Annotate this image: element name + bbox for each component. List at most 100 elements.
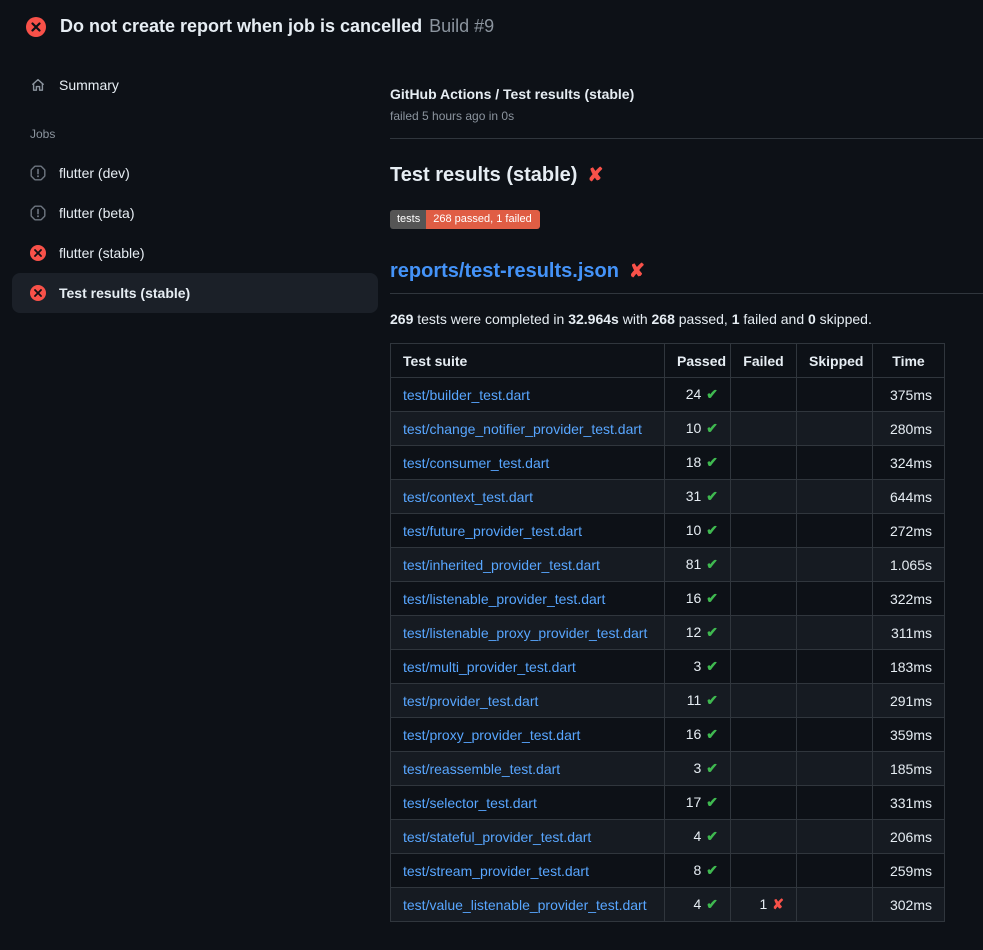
passed-count: 18 (686, 454, 702, 470)
test-suite-link[interactable]: test/future_provider_test.dart (403, 523, 582, 539)
table-row: test/selector_test.dart 17✔ 331ms (391, 786, 945, 820)
col-header-time: Time (873, 344, 945, 378)
table-row: test/builder_test.dart 24✔ 375ms (391, 378, 945, 412)
passed-count-total: 268 (652, 311, 675, 327)
passed-count: 4 (693, 896, 701, 912)
sidebar-job-label: flutter (stable) (59, 245, 145, 261)
col-header-skipped: Skipped (797, 344, 873, 378)
sidebar-jobs: flutter (dev) flutter (beta) (12, 153, 378, 313)
failed-x-icon: ✘ (587, 164, 603, 187)
passed-count: 4 (693, 828, 701, 844)
skipped-cell (797, 888, 873, 922)
table-row: test/context_test.dart 31✔ 644ms (391, 480, 945, 514)
skipped-cell (797, 718, 873, 752)
test-suite-link[interactable]: test/inherited_provider_test.dart (403, 557, 600, 573)
test-suite-link[interactable]: test/selector_test.dart (403, 795, 537, 811)
test-suite-link[interactable]: test/context_test.dart (403, 489, 533, 505)
check-icon: ✔ (706, 420, 718, 436)
skipped-cell (797, 514, 873, 548)
time-value: 375ms (890, 387, 932, 403)
passed-count: 3 (693, 658, 701, 674)
passed-count: 11 (687, 692, 702, 708)
table-row: test/provider_test.dart 11✔ 291ms (391, 684, 945, 718)
col-header-failed: Failed (731, 344, 797, 378)
table-row: test/multi_provider_test.dart 3 ✔ 183ms (391, 650, 945, 684)
check-icon: ✔ (706, 794, 718, 810)
test-suite-link[interactable]: test/value_listenable_provider_test.dart (403, 897, 647, 913)
check-icon: ✔ (706, 488, 718, 504)
test-suite-link[interactable]: test/listenable_proxy_provider_test.dart (403, 625, 647, 641)
table-row: test/consumer_test.dart 18✔ 324ms (391, 446, 945, 480)
passed-count: 10 (686, 420, 702, 436)
time-value: 359ms (890, 727, 932, 743)
test-suite-link[interactable]: test/stream_provider_test.dart (403, 863, 589, 879)
passed-count: 81 (686, 556, 702, 572)
passed-count: 16 (686, 726, 702, 742)
section-title-text: Test results (stable) (390, 164, 577, 187)
sidebar-job-label: flutter (beta) (59, 205, 134, 221)
skipped-cell (797, 786, 873, 820)
time-value: 331ms (890, 795, 932, 811)
test-suite-link[interactable]: test/consumer_test.dart (403, 455, 549, 471)
run-build-number: Build #9 (429, 16, 494, 37)
sidebar-summary-label: Summary (59, 77, 119, 93)
test-suite-link[interactable]: test/proxy_provider_test.dart (403, 727, 580, 743)
skipped-cell (797, 548, 873, 582)
check-icon: ✔ (706, 658, 718, 674)
sidebar-job-item[interactable]: flutter (dev) (12, 153, 378, 193)
report-file-link[interactable]: reports/test-results.json (390, 260, 619, 283)
time-value: 1.065s (890, 557, 932, 573)
skipped-cell (797, 582, 873, 616)
duration-value: 32.964s (568, 311, 619, 327)
test-suite-link[interactable]: test/stateful_provider_test.dart (403, 829, 591, 845)
time-value: 311ms (891, 625, 932, 641)
check-icon: ✔ (706, 590, 718, 606)
test-suite-link[interactable]: test/provider_test.dart (403, 693, 538, 709)
passed-count: 12 (686, 624, 702, 640)
sidebar-job-item[interactable]: flutter (beta) (12, 193, 378, 233)
tests-badge: tests 268 passed, 1 failed (390, 210, 540, 229)
test-suite-link[interactable]: test/change_notifier_provider_test.dart (403, 421, 642, 437)
test-suite-link[interactable]: test/multi_provider_test.dart (403, 659, 576, 675)
sidebar-job-item[interactable]: Test results (stable) (12, 273, 378, 313)
cancelled-icon (30, 205, 46, 221)
time-value: 322ms (890, 591, 932, 607)
report-file-heading[interactable]: reports/test-results.json ✘ (390, 260, 983, 294)
skipped-cell (797, 412, 873, 446)
failed-count: 1 (759, 896, 767, 912)
time-value: 183ms (890, 659, 932, 675)
time-value: 644ms (890, 489, 932, 505)
total-count: 269 (390, 311, 413, 327)
jobs-section-label: Jobs (12, 127, 378, 141)
sidebar-job-item[interactable]: flutter (stable) (12, 233, 378, 273)
table-row: test/listenable_provider_test.dart 16✔ 3… (391, 582, 945, 616)
run-title: Do not create report when job is cancell… (60, 16, 422, 37)
table-row: test/change_notifier_provider_test.dart … (391, 412, 945, 446)
test-suite-link[interactable]: test/reassemble_test.dart (403, 761, 560, 777)
section-title: Test results (stable) ✘ (390, 164, 983, 187)
check-icon: ✔ (706, 760, 718, 776)
summary-sentence: 269 tests were completed in 32.964s with… (390, 311, 983, 327)
test-suite-link[interactable]: test/builder_test.dart (403, 387, 530, 403)
skipped-cell (797, 820, 873, 854)
badge-value: 268 passed, 1 failed (426, 210, 539, 229)
home-icon (30, 77, 46, 93)
time-value: 259ms (890, 863, 932, 879)
check-icon: ✔ (706, 624, 718, 640)
check-icon: ✔ (706, 828, 718, 844)
failed-circle-icon (30, 285, 46, 301)
sidebar-item-summary[interactable]: Summary (12, 67, 378, 103)
time-value: 272ms (890, 523, 932, 539)
skipped-cell (797, 650, 873, 684)
badge-label: tests (390, 210, 426, 229)
time-value: 302ms (890, 897, 932, 913)
skipped-count-total: 0 (808, 311, 816, 327)
check-icon: ✔ (706, 522, 718, 538)
check-icon: ✔ (706, 556, 718, 572)
passed-count: 16 (686, 590, 702, 606)
test-suite-link[interactable]: test/listenable_provider_test.dart (403, 591, 605, 607)
skipped-cell (797, 378, 873, 412)
table-row: test/reassemble_test.dart 3✔ 185ms (391, 752, 945, 786)
run-failed-icon (26, 17, 46, 37)
skipped-cell (797, 446, 873, 480)
